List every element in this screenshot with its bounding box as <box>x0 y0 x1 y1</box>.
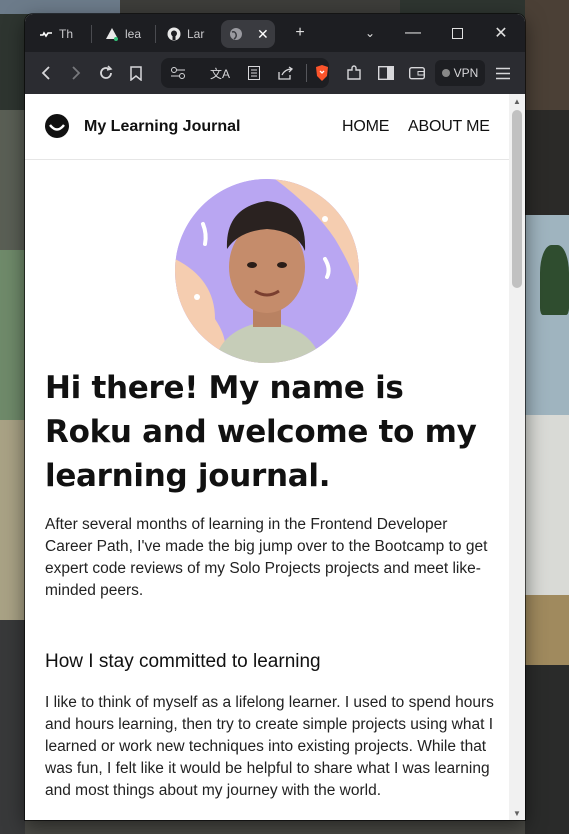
wave-icon <box>39 27 53 41</box>
bookmark-icon[interactable] <box>125 62 147 84</box>
tab-label: lea <box>125 27 142 41</box>
nav-about-me[interactable]: ABOUT ME <box>408 118 490 136</box>
nav-home[interactable]: HOME <box>342 118 389 136</box>
site-header: My Learning Journal HOME ABOUT ME <box>25 94 509 160</box>
translate-icon[interactable]: 文A <box>209 62 231 84</box>
scroll-up-icon[interactable]: ▲ <box>509 94 525 108</box>
globe-icon <box>229 27 243 41</box>
tab-bar: Th lea Lar ✕ + ⌄ — ✕ <box>25 14 525 52</box>
tab-active[interactable]: ✕ <box>221 20 275 48</box>
browser-window: Th lea Lar ✕ + ⌄ — ✕ 文A VPN My Learning … <box>25 14 525 820</box>
scrollbar[interactable]: ▲ ▼ <box>509 94 525 820</box>
site-settings-icon[interactable] <box>167 62 189 84</box>
brave-shield-icon[interactable] <box>311 62 333 84</box>
tab-3[interactable]: Lar <box>167 20 211 48</box>
section-heading: How I stay committed to learning <box>45 651 321 672</box>
github-icon <box>167 27 181 41</box>
site-title[interactable]: My Learning Journal <box>84 118 240 136</box>
maximize-icon[interactable] <box>437 14 477 52</box>
avatar <box>175 179 359 363</box>
vpn-button[interactable]: VPN <box>435 60 485 86</box>
tab-1[interactable]: Th <box>39 20 87 48</box>
tab-label: Lar <box>187 27 205 41</box>
forward-icon[interactable] <box>65 62 87 84</box>
reader-mode-icon[interactable] <box>243 62 265 84</box>
logo-icon[interactable] <box>44 113 70 139</box>
vpn-status-icon <box>441 69 450 77</box>
scrollbar-thumb[interactable] <box>512 110 522 288</box>
tab-2[interactable]: lea <box>105 20 149 48</box>
web-page: My Learning Journal HOME ABOUT ME Hi the… <box>25 94 509 820</box>
tab-label: Th <box>59 27 74 41</box>
chevron-down-icon[interactable]: ⌄ <box>350 14 390 52</box>
section-paragraph: I like to think of myself as a lifelong … <box>45 694 494 799</box>
reload-icon[interactable] <box>95 62 117 84</box>
new-tab-icon[interactable]: + <box>280 14 320 52</box>
browser-toolbar: 文A VPN <box>25 52 525 94</box>
close-tab-icon[interactable]: ✕ <box>257 26 269 43</box>
sidebar-icon[interactable] <box>375 62 397 84</box>
address-bar[interactable]: 文A <box>161 58 329 88</box>
menu-icon[interactable] <box>492 62 514 84</box>
intro-paragraph: After several months of learning in the … <box>45 516 488 599</box>
vpn-label: VPN <box>453 66 479 80</box>
back-icon[interactable] <box>35 62 57 84</box>
close-window-icon[interactable]: ✕ <box>481 14 521 52</box>
scroll-down-icon[interactable]: ▼ <box>509 806 525 820</box>
triangle-icon <box>105 27 119 41</box>
minimize-icon[interactable]: — <box>393 14 433 52</box>
share-icon[interactable] <box>275 62 297 84</box>
page-heading: Hi there! My name is Roku and welcome to… <box>45 370 477 494</box>
extensions-icon[interactable] <box>343 62 365 84</box>
wallet-icon[interactable] <box>406 62 428 84</box>
